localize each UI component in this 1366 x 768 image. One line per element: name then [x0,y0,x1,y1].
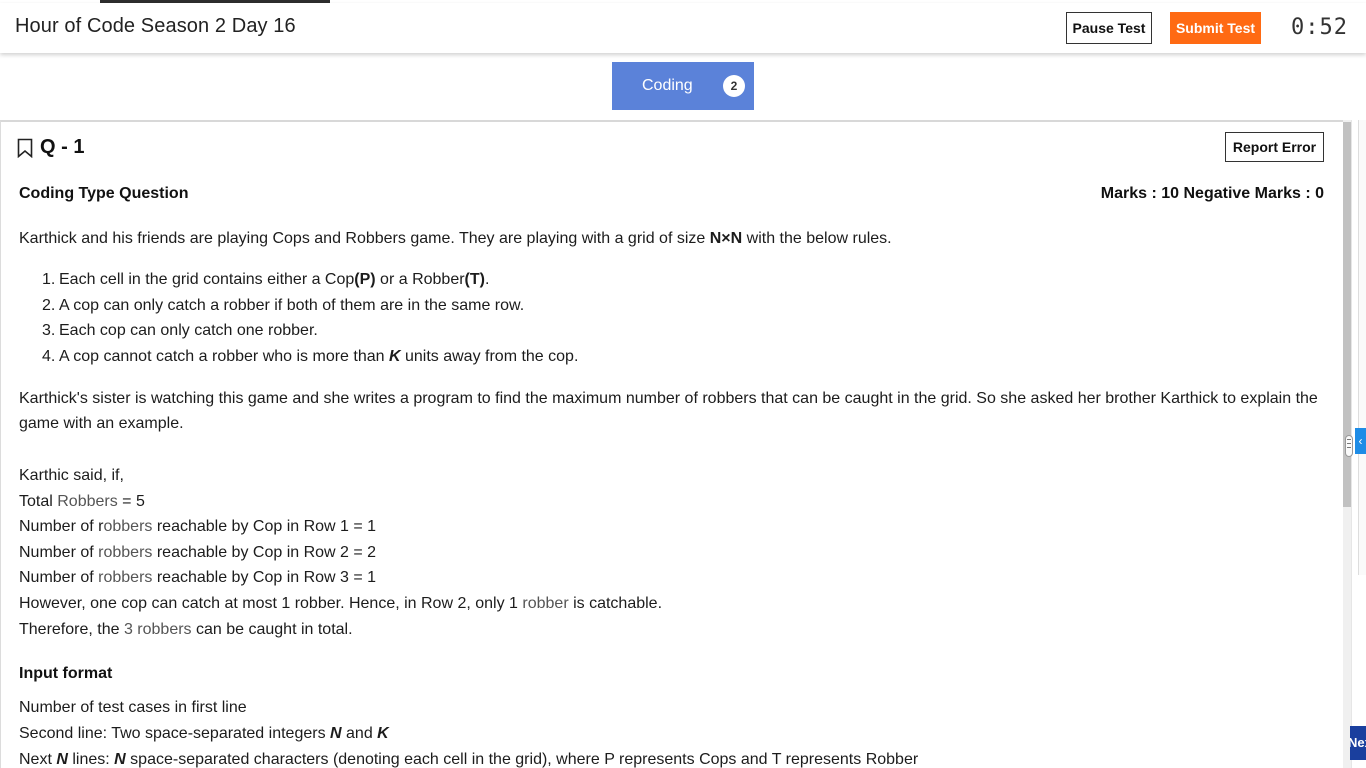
input-text: space-separated characters (denoting eac… [125,751,919,768]
rule-text: Each cell in the grid contains either a … [59,271,355,288]
example-text: Number of [19,543,99,561]
report-error-button[interactable]: Report Error [1225,132,1324,162]
example-line: Therefore, the 3 robbers can be caught i… [19,617,662,643]
list-item: 3. Each cop can only catch one robber. [42,318,578,344]
input-variable: N [114,751,126,768]
rule-bold: (P) [354,271,376,288]
example-text: Total [19,492,58,510]
countdown-timer: 0:52 [1291,15,1348,40]
list-number: 3. [42,322,56,340]
chevron-left-icon[interactable]: ‹ [1355,428,1366,454]
input-text: lines: [67,751,115,768]
input-variable: K [377,725,389,742]
rule-text: A cop can only catch a robber if both of… [59,296,525,314]
list-number: 2. [42,296,56,314]
example-text: Therefore, the [19,620,124,638]
example-text: can be caught in total. [191,620,353,638]
example-line: Number of robbers reachable by Cop in Ro… [19,540,662,566]
marks-info: Marks : 10 Negative Marks : 0 [1100,185,1324,202]
rule-text: Each cop can only catch one robber. [59,322,318,340]
question-intro: Karthick and his friends are playing Cop… [19,226,892,251]
submit-test-button[interactable]: Submit Test [1170,12,1261,44]
example-line: Total Robbers = 5 [19,489,662,515]
example-text: Number of r [19,518,104,536]
list-item: 4. A cop cannot catch a robber who is mor… [42,344,579,370]
rule-variable: K [388,348,401,366]
intro-text-end: with the below rules. [742,230,892,247]
list-item: 1. Each cell in the grid contains either … [42,267,578,293]
example-text: = 5 [117,492,145,510]
question-number: Q - 1 [40,136,85,158]
input-format-line: Second line: Two space-separated integer… [19,721,918,747]
sister-paragraph: Karthick's sister is watching this game … [19,390,1318,432]
example-highlight: robbers [98,569,153,587]
rule-text: A cop cannot catch a robber who is more … [59,348,389,366]
section-question-count-badge: 2 [723,75,745,97]
list-item: 2. A cop can only catch a robber if both … [42,293,578,319]
question-panel [0,120,1343,768]
top-bar: Hour of Code Season 2 Day 16 Pause Test … [0,3,1366,53]
example-text: reachable by Cop in Row 2 = 2 [152,543,377,561]
list-number: 4. [42,348,56,366]
side-panel-strip [1358,120,1366,575]
input-variable: N [56,751,68,768]
input-format-line: Next N lines: N space-separated characte… [19,747,918,768]
example-text: is catchable. [568,594,663,612]
input-format-line: Number of test cases in first line [19,699,247,716]
section-tab-label: Coding [642,77,693,94]
drag-handle-icon[interactable] [1345,435,1353,457]
example-text: reachable by Cop in Row 3 = 1 [152,569,377,587]
example-highlight: Robbers [57,492,118,510]
example-highlight: robbers [98,543,153,561]
pause-test-button[interactable]: Pause Test [1066,12,1152,44]
example-line: Number of robbers reachable by Cop in Ro… [19,565,662,591]
rule-text: or a Robber [375,271,465,288]
grid-size: N×N [709,230,743,247]
input-format-heading: Input format [19,665,113,682]
input-format-block: Number of test cases in first line Secon… [19,695,918,768]
example-highlight: robber [522,594,569,612]
rule-bold: (T) [464,271,485,288]
example-block: Karthic said, if, Total Robbers = 5 Numb… [19,463,662,642]
input-variable: N [330,725,342,742]
example-text: reachable by Cop in Row 1 = 1 [152,518,377,536]
section-tab-coding[interactable]: Coding 2 [612,62,754,110]
rules-list: 1. Each cell in the grid contains either … [42,267,579,370]
test-title: Hour of Code Season 2 Day 16 [15,15,296,37]
input-text: Next [19,751,57,768]
example-text: However, one cop can catch at most 1 rob… [19,594,523,612]
rule-text: units away from the cop. [400,348,579,366]
next-question-button[interactable]: Next [1350,726,1366,760]
bookmark-icon[interactable] [17,138,33,158]
input-text: and [341,725,378,742]
example-line: Number of robbers reachable by Cop in Ro… [19,514,662,540]
example-highlight: obbers [103,518,153,536]
intro-text: Karthick and his friends are playing Cop… [19,230,710,247]
example-highlight: 3 robbers [123,620,192,638]
example-line: However, one cop can catch at most 1 rob… [19,591,662,617]
question-type: Coding Type Question [19,185,189,202]
input-text: Second line: Two space-separated integer… [19,725,331,742]
example-text: Number of [19,569,99,587]
next-button-label: Next [1350,735,1366,750]
list-number: 1. [42,271,56,288]
rule-text: . [484,271,490,288]
example-line: Karthic said, if, [19,467,124,484]
